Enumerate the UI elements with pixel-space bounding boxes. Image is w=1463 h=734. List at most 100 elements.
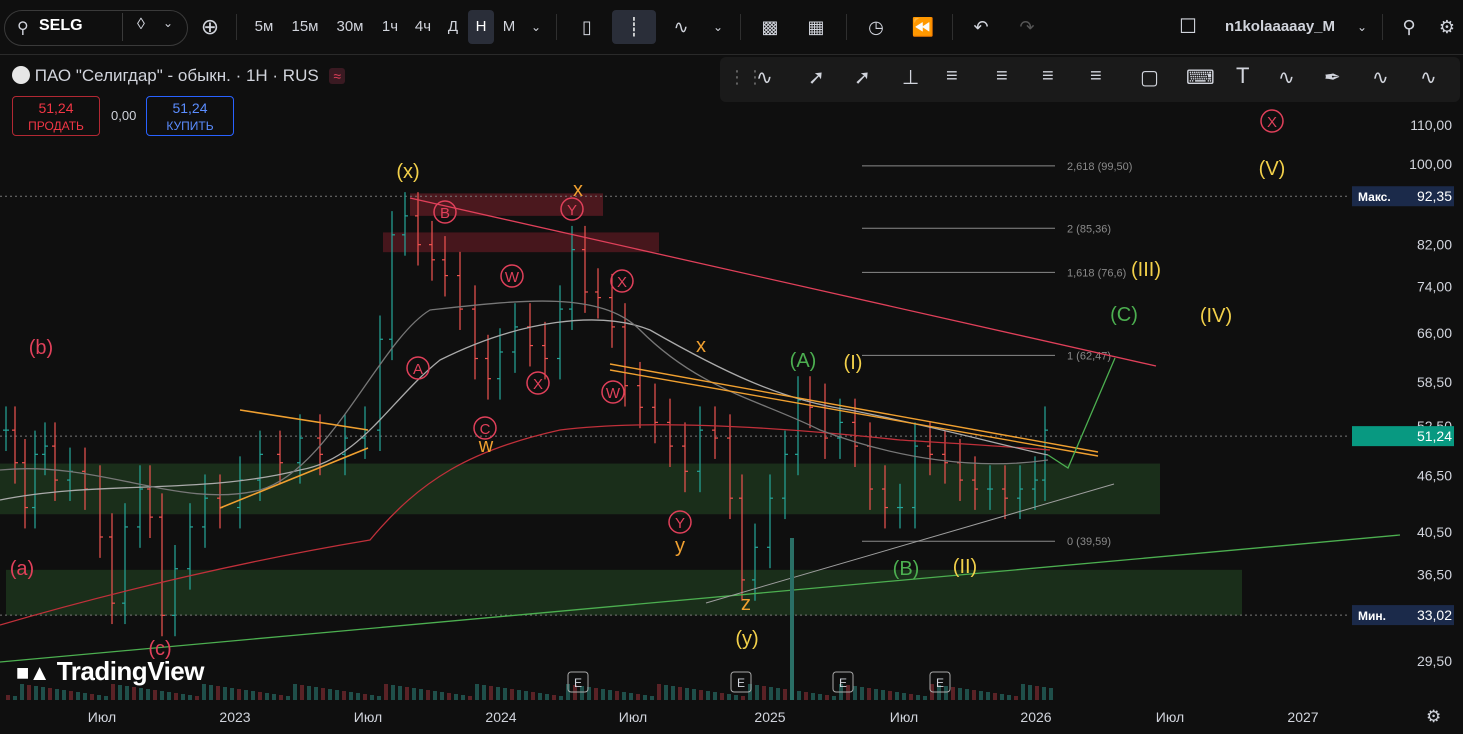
volume-bar — [13, 696, 17, 700]
diamond-icon[interactable]: ◊ — [137, 16, 145, 34]
wave-label-orange: y — [675, 535, 685, 557]
rectangle-icon[interactable]: ▢ — [1140, 65, 1159, 90]
pitchfork-icon[interactable]: ≡ — [996, 65, 1008, 88]
interval-day[interactable]: Д — [441, 10, 465, 44]
layout-dropdown-icon[interactable]: ⌄ — [1352, 10, 1372, 44]
interval-dropdown-icon[interactable]: ⌄ — [526, 10, 546, 44]
volume-bar — [517, 690, 521, 700]
chart-type-dropdown-icon[interactable]: ⌄ — [708, 10, 728, 44]
volume-bar — [223, 687, 227, 700]
volume-bar — [671, 686, 675, 700]
time-axis-tick: Июл — [353, 709, 383, 725]
interval-15m[interactable]: 15м — [286, 10, 324, 44]
earnings-marker-label: E — [737, 676, 745, 690]
volume-bar — [258, 692, 262, 700]
ray-icon[interactable]: ➚ — [854, 65, 871, 90]
volume-bar — [664, 685, 668, 700]
replay-icon[interactable]: ⏪ — [906, 10, 940, 44]
elliott-abc-icon[interactable]: ∿ — [756, 65, 773, 90]
volume-bar — [328, 689, 332, 700]
layout-checkbox-icon[interactable]: ☐ — [1174, 10, 1202, 44]
interval-week[interactable]: Н — [468, 10, 494, 44]
brush-icon[interactable]: ⌨ — [1186, 65, 1215, 90]
interval-5m[interactable]: 5м — [248, 10, 280, 44]
pen-icon[interactable]: ✒ — [1324, 65, 1341, 90]
sell-button[interactable]: 51,24 ПРОДАТЬ — [12, 96, 100, 136]
volume-bar — [762, 686, 766, 700]
interval-30m[interactable]: 30м — [330, 10, 370, 44]
volume-bar — [727, 694, 731, 700]
interval-4h[interactable]: 4ч — [408, 10, 438, 44]
volume-bar — [650, 696, 654, 700]
elliott-correction-icon[interactable]: ∿ — [1420, 65, 1437, 90]
wave-label-red: B — [440, 205, 450, 222]
volume-bar — [335, 690, 339, 700]
candles-icon[interactable]: ▯ — [572, 10, 602, 44]
path-icon[interactable]: ∿ — [1278, 65, 1295, 90]
volume-bar — [356, 693, 360, 700]
volume-bar — [41, 687, 45, 700]
vertical-line-icon[interactable]: ⊥ — [902, 65, 919, 90]
volume-bar — [293, 684, 297, 700]
fib-level-label: 1 (62,47) — [1067, 350, 1111, 362]
fib-retracement-icon[interactable]: ≡ — [1042, 65, 1054, 88]
volume-bar — [307, 686, 311, 700]
price-axis-tick: 36,50 — [1417, 566, 1452, 582]
chevron-down-icon[interactable]: ⌄ — [163, 16, 173, 30]
volume-bar — [965, 689, 969, 700]
wave-label-yellow: (I) — [844, 352, 863, 374]
volume-bar — [48, 688, 52, 700]
add-symbol-button[interactable]: ⊕ — [196, 10, 224, 44]
volume-bar — [1000, 694, 1004, 700]
price-axis-tick: 29,50 — [1417, 653, 1452, 669]
wave-label-yellow: (IV) — [1200, 305, 1232, 327]
volume-bar — [608, 690, 612, 700]
indicators-icon[interactable]: ▩ — [754, 10, 786, 44]
fib-extension-icon[interactable]: ≡ — [1090, 65, 1102, 88]
volume-bar — [545, 694, 549, 700]
volume-bar — [496, 687, 500, 700]
elliott-impulse-icon[interactable]: ∿ — [1372, 65, 1389, 90]
wave-icon[interactable]: ≈ — [329, 68, 346, 84]
alert-icon[interactable]: ◷ — [860, 10, 892, 44]
volume-bar — [979, 691, 983, 700]
volume-bar — [314, 687, 318, 700]
buy-button[interactable]: 51,24 КУПИТЬ — [146, 96, 234, 136]
username-label[interactable]: n1kolaaaaay_M — [1212, 10, 1348, 44]
volume-bar — [636, 694, 640, 700]
text-icon[interactable]: T — [1236, 63, 1249, 89]
drawing-toolbar: ⋮⋮ ∿ ➚ ➚ ⊥ ≡ ≡ ≡ ≡ ▢ ⌨ T ∿ ✒ ∿ ∿ — [720, 57, 1460, 102]
symbol-search[interactable]: ⚲ SELG ◊ ⌄ — [4, 10, 188, 46]
settings-icon[interactable]: ⚙ — [1432, 10, 1462, 44]
interval-1h[interactable]: 1ч — [376, 10, 404, 44]
tradingview-logo[interactable]: ■▲ TradingView — [16, 656, 204, 687]
undo-icon[interactable]: ↶ — [966, 10, 996, 44]
time-axis[interactable]: Июл 2023 Июл 2024 Июл 2025 Июл 2026 Июл 2027 — [0, 705, 1463, 734]
volume-bar — [916, 695, 920, 700]
parallel-channel-icon[interactable]: ≡ — [946, 65, 958, 88]
trendline-icon[interactable]: ➚ — [808, 65, 825, 90]
layouts-icon[interactable]: ▦ — [800, 10, 832, 44]
volume-bar — [503, 688, 507, 700]
wave-label-red: X — [533, 376, 543, 393]
legend-title: ПАО "Селигдар" - обыкн. · 1H · RUS — [34, 66, 319, 85]
volume-bar — [300, 685, 304, 700]
volume-bar — [83, 693, 87, 700]
axis-settings-icon[interactable]: ⚙ — [1426, 707, 1441, 727]
redo-icon[interactable]: ↷ — [1012, 10, 1042, 44]
volume-bar — [510, 689, 514, 700]
volume-bar — [776, 688, 780, 700]
volume-bar — [552, 695, 556, 700]
bars-icon[interactable]: ┊ — [612, 10, 656, 44]
min-badge-label: Мин. — [1358, 609, 1386, 623]
volume-bar — [1028, 685, 1032, 700]
line-chart-icon[interactable]: ∿ — [664, 10, 698, 44]
price-chart[interactable]: 2,618 (99,50) 2 (85,36) 1,618 (76,6) 1 (62,… — [0, 55, 1463, 705]
wave-label-red: (b) — [29, 337, 53, 359]
volume-bar — [174, 693, 178, 700]
price-axis-tick: 110,00 — [1410, 117, 1452, 133]
quick-search-icon[interactable]: ⚲ — [1394, 10, 1424, 44]
volume-bar — [433, 691, 437, 700]
fib-level-label: 0 (39,59) — [1067, 536, 1111, 548]
interval-month[interactable]: М — [496, 10, 522, 44]
